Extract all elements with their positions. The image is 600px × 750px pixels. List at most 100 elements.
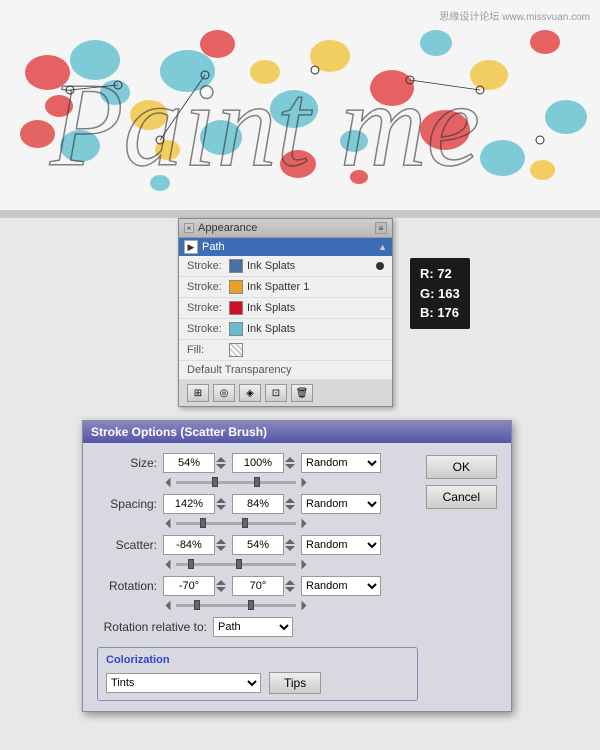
scatter-slider-handle-max[interactable] xyxy=(236,559,242,569)
slider-dot-1[interactable] xyxy=(376,262,384,270)
ok-button[interactable]: OK xyxy=(426,455,497,479)
spacing-slider-left[interactable] xyxy=(166,519,171,529)
spacing-label: Spacing: xyxy=(97,497,157,511)
rotation-max-spin xyxy=(285,579,295,593)
rotation-min-down[interactable] xyxy=(216,587,226,592)
size-max-input[interactable] xyxy=(232,453,284,473)
stroke-row-2: Stroke: Ink Spatter 1 xyxy=(179,277,392,298)
spacing-min-spin xyxy=(216,497,226,511)
scatter-max-up[interactable] xyxy=(285,539,295,544)
stroke-swatch-3[interactable] xyxy=(229,301,243,315)
delete-btn[interactable]: 🗑 xyxy=(291,384,313,402)
colorization-row: Tints Tips xyxy=(106,672,409,694)
spacing-slider-row xyxy=(163,520,418,527)
spacing-max-down[interactable] xyxy=(285,505,295,510)
scatter-min-up[interactable] xyxy=(216,539,226,544)
reduce-btn[interactable]: ◎ xyxy=(213,384,235,402)
size-min-up[interactable] xyxy=(216,457,226,462)
stroke-label-4: Stroke: xyxy=(187,323,225,335)
size-min-down[interactable] xyxy=(216,464,226,469)
rotation-max-up[interactable] xyxy=(285,580,295,585)
size-max-input-group xyxy=(232,453,295,473)
spacing-slider-handle-max[interactable] xyxy=(242,518,248,528)
scatter-max-spin xyxy=(285,538,295,552)
fill-swatch[interactable] xyxy=(229,343,243,357)
canvas-area: 思缘设计论坛 www.missvuan.com Paint me xyxy=(0,0,600,210)
size-min-input[interactable] xyxy=(163,453,215,473)
rotation-min-up[interactable] xyxy=(216,580,226,585)
spacing-slider-track[interactable] xyxy=(176,522,296,525)
size-slider-handle-max[interactable] xyxy=(254,477,260,487)
size-slider-track[interactable] xyxy=(176,481,296,484)
stroke-swatch-1[interactable] xyxy=(229,259,243,273)
rotation-max-input[interactable] xyxy=(232,576,284,596)
scatter-slider-row xyxy=(163,561,418,568)
rotation-dropdown[interactable]: Random xyxy=(301,576,381,596)
spacing-min-down[interactable] xyxy=(216,505,226,510)
spacing-min-input-group xyxy=(163,494,226,514)
spacing-slider-right[interactable] xyxy=(302,519,307,529)
scatter-dropdown[interactable]: Random xyxy=(301,535,381,555)
svg-text:Paint me: Paint me xyxy=(49,58,480,190)
rotation-slider-handle-max[interactable] xyxy=(248,600,254,610)
spacing-min-up[interactable] xyxy=(216,498,226,503)
spacing-max-up[interactable] xyxy=(285,498,295,503)
panel-titlebar-left: × Appearance xyxy=(184,222,257,234)
rotation-max-input-group xyxy=(232,576,295,596)
size-dropdown[interactable]: Random xyxy=(301,453,381,473)
size-min-spin xyxy=(216,456,226,470)
rotation-max-down[interactable] xyxy=(285,587,295,592)
size-row: Size: xyxy=(97,453,418,473)
rotation-slider-handle-min[interactable] xyxy=(194,600,200,610)
rotation-relative-dropdown[interactable]: Path xyxy=(213,617,293,637)
rotation-relative-row: Rotation relative to: Path xyxy=(97,617,418,637)
scatter-slider-left[interactable] xyxy=(166,560,171,570)
spacing-max-input[interactable] xyxy=(232,494,284,514)
transparency-row: Default Transparency xyxy=(179,361,392,380)
paint-text-svg: Paint me xyxy=(30,30,570,190)
stroke-swatch-4[interactable] xyxy=(229,322,243,336)
cancel-button[interactable]: Cancel xyxy=(426,485,497,509)
spacing-dropdown[interactable]: Random xyxy=(301,494,381,514)
scatter-slider-track[interactable] xyxy=(176,563,296,566)
colorization-group: Colorization Tints Tips xyxy=(97,647,418,701)
stroke-label-2: Stroke: xyxy=(187,281,225,293)
panel-menu-button[interactable]: ≡ xyxy=(375,222,387,234)
fill-label: Fill: xyxy=(187,344,225,356)
spacing-min-input[interactable] xyxy=(163,494,215,514)
size-slider-left[interactable] xyxy=(166,478,171,488)
scatter-min-input[interactable] xyxy=(163,535,215,555)
panel-close-button[interactable]: × xyxy=(184,223,194,233)
path-icon: ▶ xyxy=(184,240,198,254)
stroke-options-body: Size: xyxy=(83,443,511,711)
scatter-min-down[interactable] xyxy=(216,546,226,551)
rotation-min-spin xyxy=(216,579,226,593)
scatter-slider-right[interactable] xyxy=(302,560,307,570)
rotation-label: Rotation: xyxy=(97,579,157,593)
spacing-slider-handle-min[interactable] xyxy=(200,518,206,528)
spacing-max-spin xyxy=(285,497,295,511)
scatter-max-down[interactable] xyxy=(285,546,295,551)
spacing-row: Spacing: xyxy=(97,494,418,514)
scatter-max-input-group xyxy=(232,535,295,555)
stroke-swatch-2[interactable] xyxy=(229,280,243,294)
size-slider-handle-min[interactable] xyxy=(212,477,218,487)
link-effect-btn[interactable]: ⊞ xyxy=(187,384,209,402)
colorization-dropdown[interactable]: Tints xyxy=(106,673,261,693)
size-slider-right[interactable] xyxy=(302,478,307,488)
scatter-slider-handle-min[interactable] xyxy=(188,559,194,569)
rotation-slider-right[interactable] xyxy=(302,601,307,611)
rotation-slider-row xyxy=(163,602,418,609)
rotation-slider-left[interactable] xyxy=(166,601,171,611)
size-max-up[interactable] xyxy=(285,457,295,462)
rotation-min-input[interactable] xyxy=(163,576,215,596)
new-art-btn[interactable]: ◈ xyxy=(239,384,261,402)
copy-item-btn[interactable]: ⊡ xyxy=(265,384,287,402)
panel-toolbar: ⊞ ◎ ◈ ⊡ 🗑 xyxy=(179,380,392,406)
tips-button[interactable]: Tips xyxy=(269,672,321,694)
rotation-slider-track[interactable] xyxy=(176,604,296,607)
stroke-name-2: Ink Spatter 1 xyxy=(247,281,309,293)
size-max-spin xyxy=(285,456,295,470)
scatter-max-input[interactable] xyxy=(232,535,284,555)
size-max-down[interactable] xyxy=(285,464,295,469)
